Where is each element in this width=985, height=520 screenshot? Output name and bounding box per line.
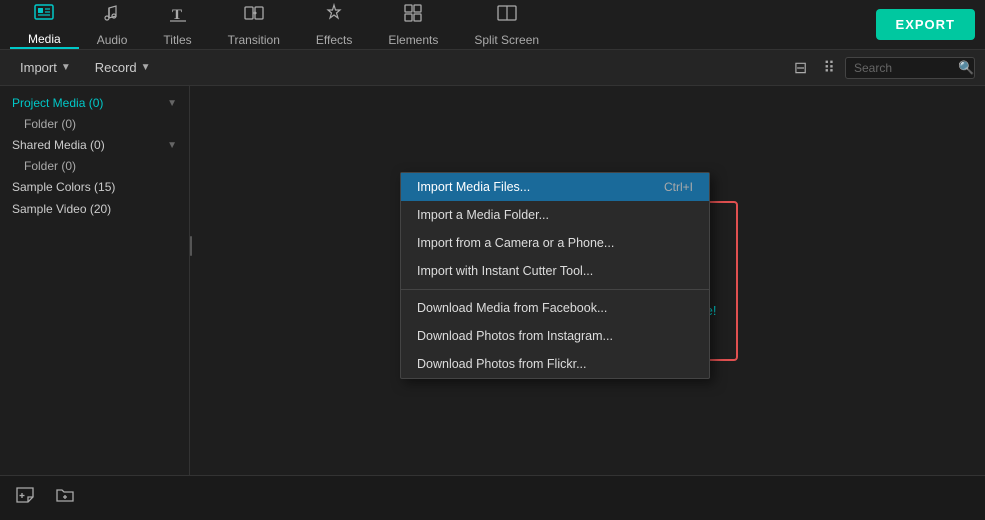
nav-item-media[interactable]: Media — [10, 0, 79, 49]
nav-elements-label: Elements — [388, 33, 438, 47]
import-files-label: Import Media Files... — [417, 180, 530, 194]
audio-icon — [101, 2, 123, 29]
elements-icon — [402, 2, 424, 29]
sidebar-sample-video-label: Sample Video (20) — [12, 202, 111, 216]
add-media-button[interactable] — [10, 480, 40, 516]
nav-item-elements[interactable]: Elements — [370, 0, 456, 49]
import-cutter-label: Import with Instant Cutter Tool... — [417, 264, 593, 278]
project-media-chevron-icon: ▼ — [167, 98, 177, 109]
dropdown-item-import-cutter[interactable]: Import with Instant Cutter Tool... — [401, 257, 709, 285]
new-folder-button[interactable] — [50, 480, 80, 516]
sidebar-project-media-label: Project Media (0) — [12, 96, 103, 110]
bottom-bar — [0, 475, 985, 520]
nav-media-label: Media — [28, 32, 61, 46]
dropdown-item-flickr[interactable]: Download Photos from Flickr... — [401, 350, 709, 378]
flickr-label: Download Photos from Flickr... — [417, 357, 587, 371]
sidebar-item-project-media[interactable]: Project Media (0) ▼ — [0, 92, 189, 114]
import-files-shortcut: Ctrl+I — [664, 180, 693, 194]
toolbar: Import ▼ Record ▼ ⊟ ⠿ 🔍 — [0, 50, 985, 86]
top-nav: Media Audio T Titles — [0, 0, 985, 50]
record-label: Record — [95, 60, 137, 75]
import-camera-label: Import from a Camera or a Phone... — [417, 236, 614, 250]
filter-button[interactable]: ⊟ — [788, 54, 813, 82]
grid-view-button[interactable]: ⠿ — [817, 54, 841, 82]
import-dropdown: Import Media Files... Ctrl+I Import a Me… — [400, 172, 710, 379]
sidebar-resize-handle[interactable] — [188, 86, 194, 406]
sidebar-item-sample-colors[interactable]: Sample Colors (15) — [0, 176, 189, 198]
media-icon — [33, 1, 55, 28]
import-folder-label: Import a Media Folder... — [417, 208, 549, 222]
instagram-label: Download Photos from Instagram... — [417, 329, 613, 343]
import-button[interactable]: Import ▼ — [10, 56, 81, 79]
sidebar-item-folder-project[interactable]: Folder (0) — [0, 114, 189, 134]
dropdown-item-import-folder[interactable]: Import a Media Folder... — [401, 201, 709, 229]
nav-splitscreen-label: Split Screen — [474, 33, 539, 47]
nav-item-effects[interactable]: Effects — [298, 0, 370, 49]
nav-item-splitscreen[interactable]: Split Screen — [456, 0, 557, 49]
search-icon: 🔍 — [958, 60, 974, 76]
main-content: Project Media (0) ▼ Folder (0) Shared Me… — [0, 86, 985, 475]
nav-effects-label: Effects — [316, 33, 352, 47]
facebook-label: Download Media from Facebook... — [417, 301, 607, 315]
dropdown-divider — [401, 289, 709, 290]
titles-icon: T — [167, 2, 189, 29]
nav-item-audio[interactable]: Audio — [79, 0, 146, 49]
import-chevron-icon: ▼ — [61, 62, 71, 73]
sidebar-item-folder-shared[interactable]: Folder (0) — [0, 156, 189, 176]
dropdown-item-instagram[interactable]: Download Photos from Instagram... — [401, 322, 709, 350]
search-input[interactable] — [854, 61, 954, 75]
sidebar-sample-colors-label: Sample Colors (15) — [12, 180, 115, 194]
nav-titles-label: Titles — [163, 33, 191, 47]
record-button[interactable]: Record ▼ — [85, 56, 161, 79]
drop-area-container: Import Media Files... Ctrl+I Import a Me… — [190, 86, 985, 475]
splitscreen-icon — [496, 2, 518, 29]
transition-icon — [243, 2, 265, 29]
sidebar-item-shared-media[interactable]: Shared Media (0) ▼ — [0, 134, 189, 156]
search-box[interactable]: 🔍 — [845, 57, 975, 79]
nav-item-transition[interactable]: Transition — [210, 0, 298, 49]
nav-item-titles[interactable]: T Titles — [145, 0, 209, 49]
effects-icon — [323, 2, 345, 29]
import-label: Import — [20, 60, 57, 75]
dropdown-item-facebook[interactable]: Download Media from Facebook... — [401, 294, 709, 322]
sidebar-shared-media-label: Shared Media (0) — [12, 138, 105, 152]
record-chevron-icon: ▼ — [141, 62, 151, 73]
nav-transition-label: Transition — [228, 33, 280, 47]
sidebar: Project Media (0) ▼ Folder (0) Shared Me… — [0, 86, 190, 475]
dropdown-item-import-files[interactable]: Import Media Files... Ctrl+I — [401, 173, 709, 201]
dropdown-item-import-camera[interactable]: Import from a Camera or a Phone... — [401, 229, 709, 257]
sidebar-item-sample-video[interactable]: Sample Video (20) — [0, 198, 189, 220]
nav-audio-label: Audio — [97, 33, 128, 47]
shared-media-chevron-icon: ▼ — [167, 140, 177, 151]
export-button[interactable]: EXPORT — [876, 9, 975, 40]
